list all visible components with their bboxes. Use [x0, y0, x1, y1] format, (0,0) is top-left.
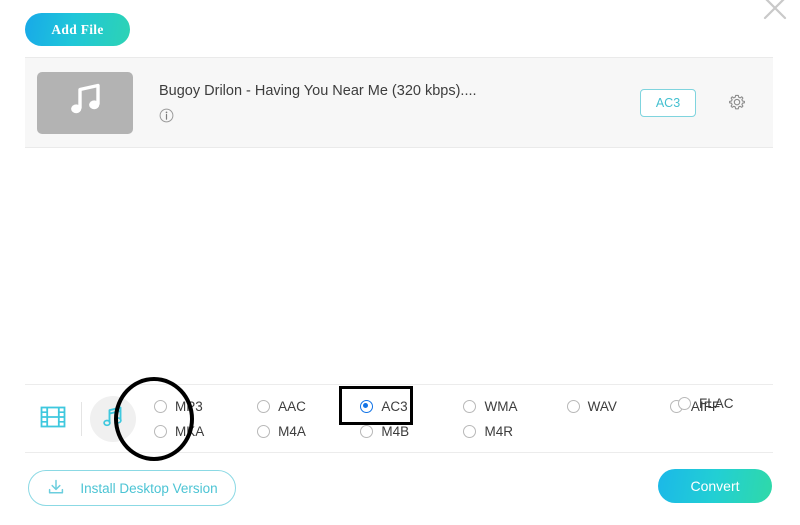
format-option-label: MKA	[175, 424, 205, 439]
format-option-label: M4A	[278, 424, 306, 439]
format-option-wma[interactable]: WMA	[463, 394, 566, 419]
format-option-label: AC3	[381, 399, 408, 414]
download-icon	[46, 478, 66, 499]
add-file-button[interactable]: Add File	[25, 13, 130, 46]
tab-audio-formats[interactable]	[82, 396, 144, 442]
format-option-label: M4R	[484, 424, 513, 439]
close-icon[interactable]	[758, 0, 792, 21]
audio-tab-highlight	[90, 396, 136, 442]
divider-bottom	[25, 452, 773, 453]
format-option-label: WAV	[587, 399, 617, 414]
music-note-icon	[64, 80, 106, 125]
format-option-m4b[interactable]: M4B	[360, 419, 463, 444]
format-option-label: M4B	[381, 424, 410, 439]
format-option-mka[interactable]: MKA	[154, 419, 257, 444]
file-thumbnail	[37, 71, 133, 134]
radio-indicator	[360, 400, 374, 413]
file-title: Bugoy Drilon - Having You Near Me (320 k…	[159, 82, 477, 99]
film-strip-icon	[39, 403, 67, 436]
info-icon[interactable]	[159, 108, 174, 123]
gear-icon[interactable]	[727, 93, 747, 113]
convert-button[interactable]: Convert	[658, 469, 772, 503]
radio-indicator	[678, 397, 691, 410]
format-selector-bar: MP3 AAC AC3 WMA WAV AIFF MKA M4A M4B M4R	[25, 386, 773, 452]
install-desktop-version-button[interactable]: Install Desktop Version	[28, 470, 236, 506]
divider-top	[25, 384, 773, 385]
file-list-row: Bugoy Drilon - Having You Near Me (320 k…	[25, 57, 773, 148]
music-note-icon	[100, 404, 126, 435]
install-label: Install Desktop Version	[80, 480, 218, 496]
radio-indicator	[257, 425, 271, 438]
file-meta: Bugoy Drilon - Having You Near Me (320 k…	[159, 83, 640, 123]
radio-indicator	[566, 400, 580, 413]
format-option-flac-visible[interactable]: FLAC	[678, 396, 734, 411]
file-format-badge[interactable]: AC3	[640, 88, 696, 117]
tab-video-formats[interactable]	[25, 403, 81, 436]
format-option-ac3[interactable]: AC3	[360, 394, 463, 419]
format-option-label: AAC	[278, 399, 306, 414]
radio-indicator	[257, 400, 271, 413]
format-option-label: FLAC	[699, 396, 734, 411]
format-option-m4a[interactable]: M4A	[257, 419, 360, 444]
format-option-mp3[interactable]: MP3	[154, 394, 257, 419]
format-option-label: MP3	[175, 399, 203, 414]
radio-indicator	[463, 425, 477, 438]
add-file-container: Add File	[25, 13, 130, 46]
format-option-wav[interactable]: WAV	[566, 394, 670, 419]
radio-indicator	[463, 400, 477, 413]
radio-indicator	[154, 425, 167, 438]
grid-spacer	[567, 419, 670, 444]
format-option-label: WMA	[484, 399, 518, 414]
format-option-m4r[interactable]: M4R	[463, 419, 566, 444]
radio-indicator	[360, 425, 374, 438]
format-option-aac[interactable]: AAC	[257, 394, 360, 419]
radio-indicator	[154, 400, 167, 413]
